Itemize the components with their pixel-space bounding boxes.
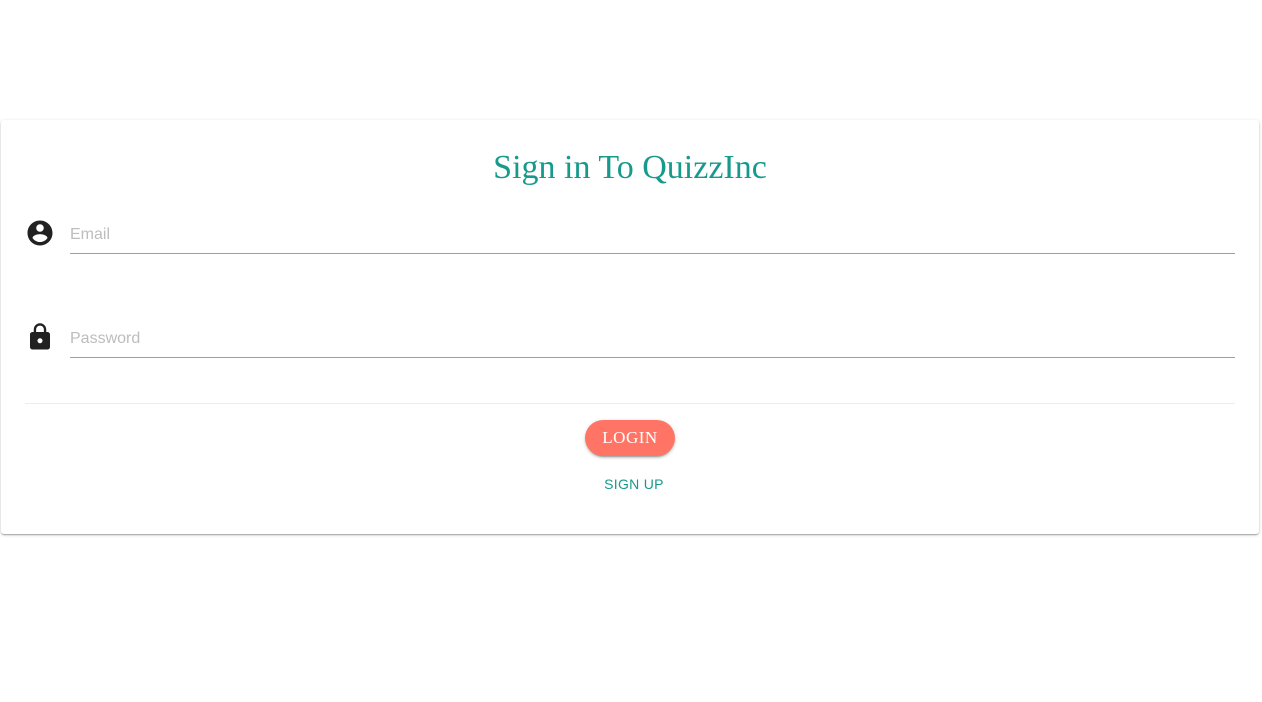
email-field[interactable]	[70, 216, 1235, 254]
divider	[25, 403, 1235, 404]
account-circle-icon	[25, 218, 55, 248]
password-row	[25, 320, 1235, 360]
lock-icon	[25, 322, 55, 352]
page-title: Sign in To QuizzInc	[493, 149, 767, 186]
password-field[interactable]	[70, 320, 1235, 358]
login-card: Sign in To QuizzInc LOGIN SIGN UP	[1, 120, 1259, 534]
email-row	[25, 216, 1235, 256]
login-button[interactable]: LOGIN	[585, 420, 675, 456]
signup-button[interactable]: SIGN UP	[584, 470, 684, 498]
